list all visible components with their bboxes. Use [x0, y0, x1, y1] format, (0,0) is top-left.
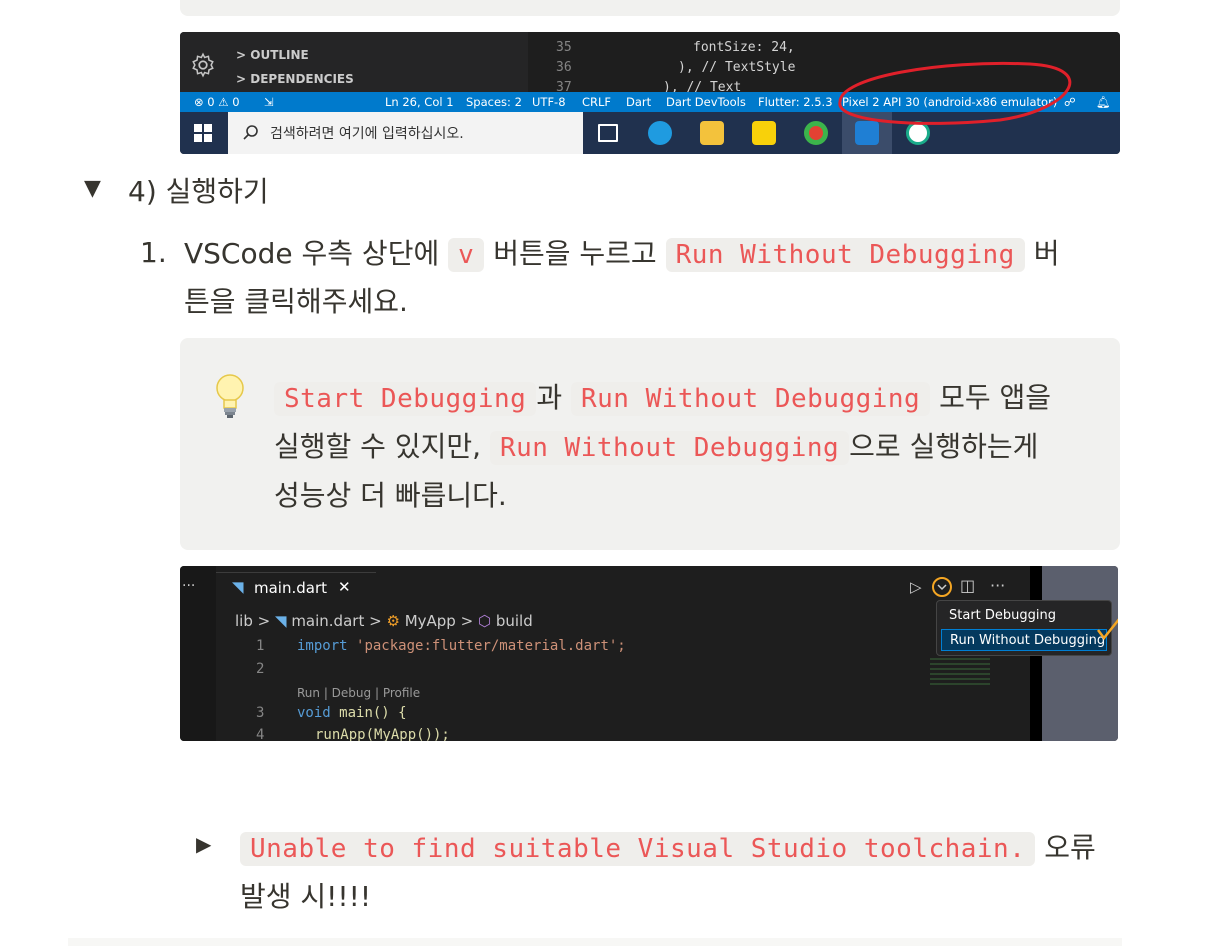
code-line: import 'package:flutter/material.dart'; — [297, 638, 626, 654]
inline-code: v — [448, 238, 485, 272]
class-icon: ⚙ — [386, 612, 400, 630]
run-dropdown-menu: Start Debugging Run Without Debugging — [936, 600, 1112, 656]
code-line: runApp(MyApp()); — [315, 727, 450, 741]
step-line-2: 튼을 클릭해주세요. — [184, 285, 408, 318]
minimap — [930, 658, 990, 688]
line-number: 2 — [256, 661, 265, 677]
line-number: 3 — [256, 705, 265, 721]
red-annotation-circle — [838, 61, 1072, 125]
codelens[interactable]: Run | Debug | Profile — [297, 686, 420, 700]
method-icon: ⬡ — [477, 612, 492, 630]
dropdown-chevron-icon[interactable] — [931, 576, 953, 598]
inline-code: Unable to find suitable Visual Studio to… — [240, 832, 1036, 866]
section-heading: 4) 실행하기 — [128, 175, 269, 208]
inline-code: Run Without Debugging — [489, 431, 850, 465]
editor-gutter-strip: ··· — [180, 566, 216, 741]
step-line-1: VSCode 우측 상단에 v 버튼을 누르고 Run Without Debu… — [184, 237, 1060, 272]
vscode-run-menu-screenshot: ··· ◥ main.dart ✕ lib > ◥ main.dart > ⚙ … — [180, 566, 1118, 741]
toggle-collapsed-icon[interactable]: ▶ — [196, 832, 211, 856]
run-debug-icon[interactable]: ▷ — [910, 578, 922, 596]
editor-tab[interactable]: ◥ main.dart ✕ — [216, 572, 376, 604]
next-block-edge — [68, 938, 1122, 946]
breadcrumb: lib > ◥ main.dart > ⚙ MyApp > ⬡ build — [235, 612, 533, 630]
close-icon[interactable]: ✕ — [338, 578, 351, 596]
vscode-statusbar-screenshot: > OUTLINE > DEPENDENCIES 35 fontSize: 24… — [180, 32, 1120, 154]
chevron-right-icon: > — [460, 612, 478, 630]
toggle-expanded-icon[interactable]: ▼ — [84, 176, 101, 201]
split-editor-icon[interactable]: ◫ — [960, 576, 975, 595]
code-line: void main() { — [297, 705, 407, 721]
chevron-right-icon: > — [257, 612, 275, 630]
more-icon[interactable]: ··· — [182, 578, 195, 594]
inline-code: Start Debugging — [274, 382, 537, 416]
start-debugging-option[interactable]: Start Debugging — [941, 605, 1107, 627]
list-number: 1. — [140, 236, 167, 269]
dart-file-icon: ◥ — [274, 612, 287, 630]
chevron-right-icon: > — [369, 612, 387, 630]
dart-file-icon: ◥ — [232, 578, 244, 596]
toggle-title[interactable]: Unable to find suitable Visual Studio to… — [240, 824, 1120, 921]
lightbulb-icon — [216, 374, 244, 418]
previous-callout — [180, 0, 1120, 16]
checkmark-annotation — [1097, 618, 1118, 641]
inline-code: Run Without Debugging — [665, 238, 1025, 272]
run-without-debugging-option[interactable]: Run Without Debugging — [941, 629, 1107, 651]
line-number: 1 — [256, 638, 265, 654]
more-actions-icon[interactable]: ··· — [990, 576, 1005, 595]
line-number: 4 — [256, 727, 265, 741]
inline-code: Run Without Debugging — [570, 382, 931, 416]
callout-body: Start Debugging 과 Run Without Debugging 모… — [274, 381, 1052, 512]
